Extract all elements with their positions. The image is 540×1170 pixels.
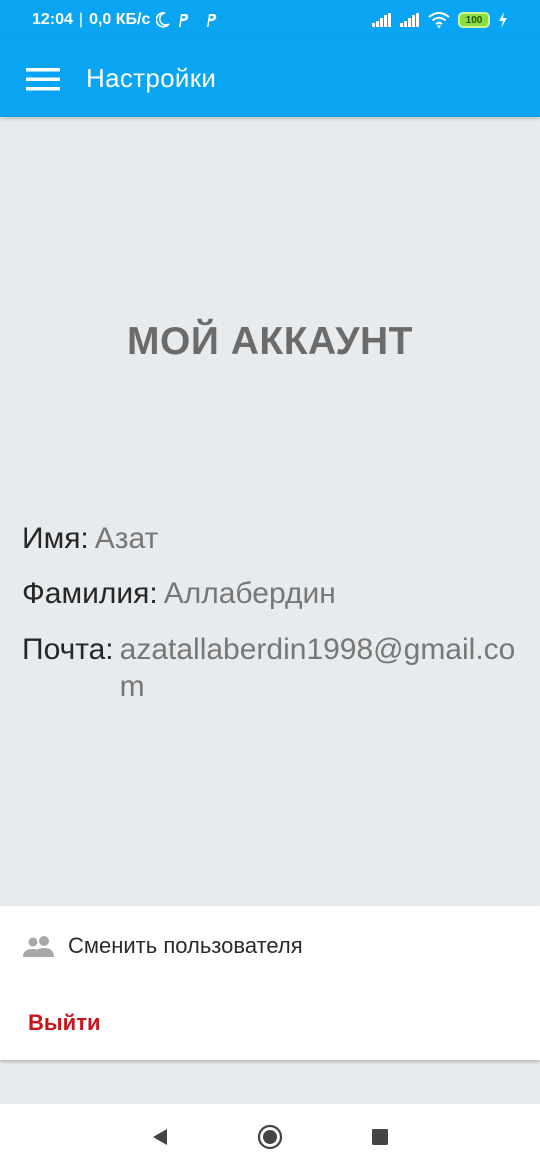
name-label: Имя: (22, 522, 89, 555)
account-content: МОЙ АККАУНТ Имя: Азат Фамилия: Аллаберди… (0, 117, 540, 907)
home-circle-icon (257, 1124, 283, 1150)
charging-icon (498, 12, 508, 28)
battery-icon: 100 (458, 12, 490, 28)
people-icon (22, 935, 56, 957)
logout-label: Выйти (28, 1010, 101, 1035)
p-app-icon (176, 12, 190, 28)
surname-row: Фамилия: Аллабердин (22, 575, 526, 612)
account-heading: МОЙ АККАУНТ (127, 320, 413, 363)
logout-button[interactable]: Выйти (0, 986, 540, 1060)
system-navigation-bar (0, 1104, 540, 1170)
p-app-icon (204, 12, 218, 28)
recents-button[interactable] (365, 1122, 395, 1152)
account-actions: Сменить пользователя Выйти (0, 906, 540, 1060)
status-right: 100 (372, 12, 508, 28)
home-button[interactable] (255, 1122, 285, 1152)
status-left: 12:04 | 0,0 КБ/с (32, 11, 218, 29)
wifi-icon (428, 12, 450, 28)
hamburger-menu-icon (26, 67, 60, 91)
app-bar: Настройки (0, 40, 540, 117)
page-title: Настройки (86, 63, 217, 93)
surname-value: Аллабердин (163, 577, 336, 610)
switch-user-button[interactable]: Сменить пользователя (0, 906, 540, 986)
switch-user-label: Сменить пользователя (68, 933, 303, 958)
email-label: Почта: (22, 633, 114, 666)
menu-button[interactable] (0, 40, 86, 117)
recents-square-icon (372, 1129, 388, 1145)
back-triangle-icon (151, 1128, 169, 1146)
name-value: Азат (94, 522, 159, 555)
signal-icon (400, 13, 420, 27)
status-time: 12:04 (32, 11, 73, 28)
status-separator: | (78, 11, 84, 28)
surname-label: Фамилия: (22, 577, 158, 610)
signal-icon (372, 13, 392, 27)
email-row: Почта: azatallaberdin1998@gmail.com (22, 631, 526, 705)
status-bar: 12:04 | 0,0 КБ/с 100 (0, 0, 540, 40)
email-value: azatallaberdin1998@gmail.com (119, 633, 516, 703)
battery-level: 100 (465, 14, 483, 26)
network-speed: 0,0 КБ/с (89, 11, 151, 28)
name-row: Имя: Азат (22, 520, 526, 557)
moon-icon (156, 12, 171, 28)
back-button[interactable] (145, 1122, 175, 1152)
